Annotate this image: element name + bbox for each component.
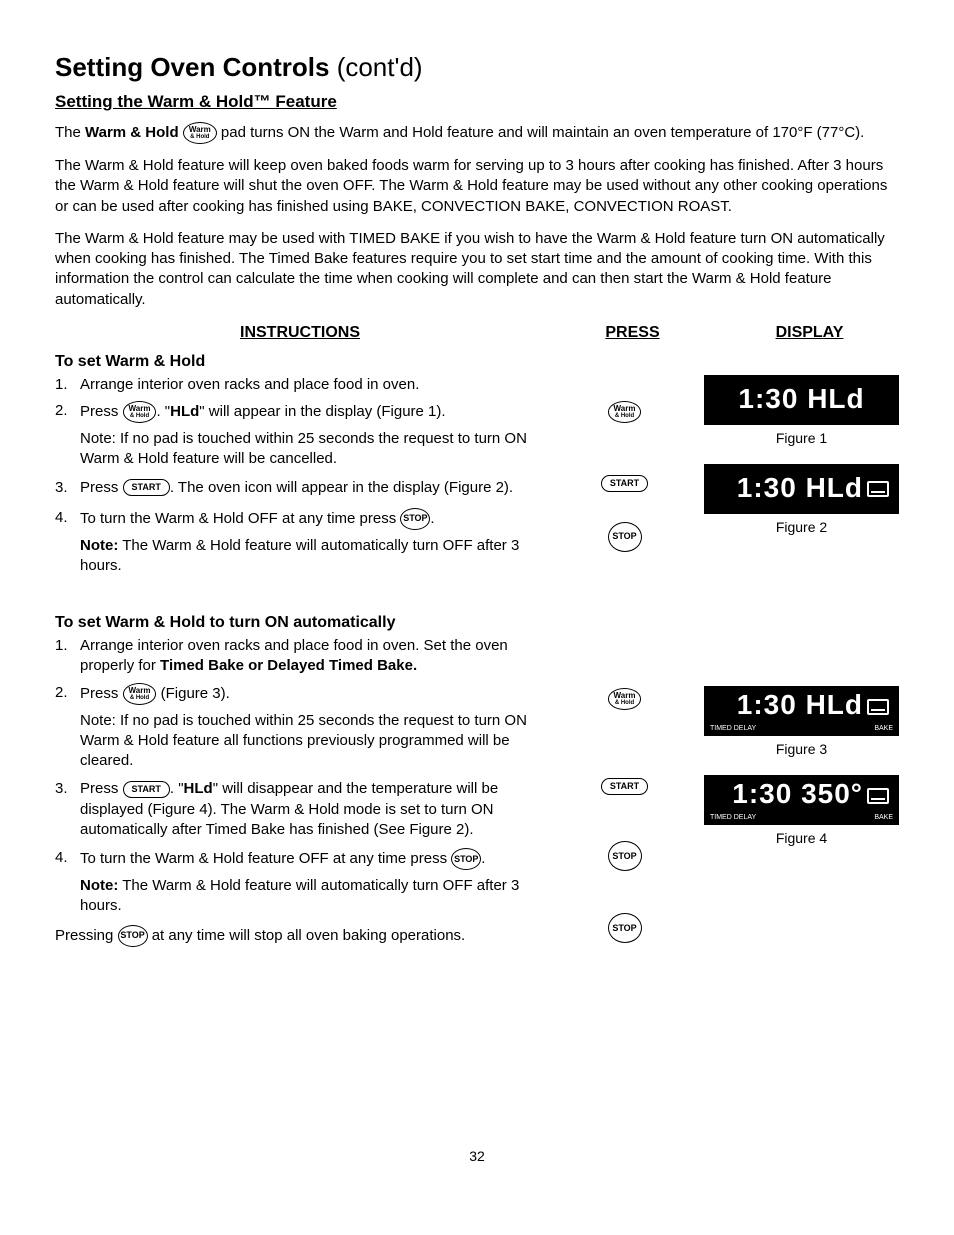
step-1-4: To turn the Warm & Hold OFF at any time … [80,508,545,577]
stop-icon: STOP [400,508,430,530]
stop-icon: STOP [451,848,481,870]
display-figure-4: 1:30 350° TIMED DELAY BAKE [704,775,899,825]
start-icon: START [123,781,170,798]
intro-paragraph-1: The Warm & Hold Warm& Hold pad turns ON … [55,122,899,144]
step-2-2: Press Warm& Hold (Figure 3). Note: If no… [80,683,545,772]
step-2-4: To turn the Warm & Hold feature OFF at a… [80,848,545,917]
step-2-4-note: Note: The Warm & Hold feature will autom… [80,876,535,917]
header-display: DISPLAY [720,322,899,344]
warm-hold-icon: Warm& Hold [123,401,157,423]
section-subtitle: Setting the Warm & Hold™ Feature [55,91,899,114]
step-1-4-note: Note: The Warm & Hold feature will autom… [80,536,535,577]
pressing-stop-note: Pressing STOP at any time will stop all … [55,925,545,947]
section-2-title: To set Warm & Hold to turn ON automatica… [55,612,899,634]
display-figure-1: 1:30 HLd [704,375,899,425]
step-1-3: Press START. The oven icon will appear i… [80,478,545,498]
step-1-2: Press Warm& Hold. "HLd" will appear in t… [80,401,545,470]
page-number: 32 [55,1147,899,1166]
figure-2-caption: Figure 2 [704,518,899,537]
title-contd: (cont'd) [337,52,423,82]
figure-4-caption: Figure 4 [704,829,899,848]
warm-hold-icon: Warm& Hold [183,122,217,144]
title-main: Setting Oven Controls [55,52,337,82]
press-stop-button[interactable]: STOP [608,841,642,871]
press-start-button[interactable]: START [601,778,648,795]
press-stop-button[interactable]: STOP [608,913,642,943]
oven-icon [867,699,889,715]
intro-paragraph-2: The Warm & Hold feature will keep oven b… [55,156,899,217]
section-1-title: To set Warm & Hold [55,351,899,373]
column-headers: INSTRUCTIONS PRESS DISPLAY [55,322,899,344]
step-2-2-note: Note: If no pad is touched within 25 sec… [80,711,535,772]
intro-paragraph-3: The Warm & Hold feature may be used with… [55,229,899,310]
warm-hold-icon: Warm& Hold [123,683,157,705]
step-2-3: Press START. "HLd" will disappear and th… [80,779,545,840]
step-1-2-note: Note: If no pad is touched within 25 sec… [80,429,535,470]
stop-icon: STOP [118,925,148,947]
display-figure-2: 1:30 HLd [704,464,899,514]
figure-1-caption: Figure 1 [704,429,899,448]
oven-icon [867,481,889,497]
display-figure-3: 1:30 HLd TIMED DELAY BAKE [704,686,899,736]
header-press: PRESS [545,322,720,344]
press-warm-hold-button[interactable]: Warm& Hold [608,401,642,423]
page-title: Setting Oven Controls (cont'd) [55,50,899,85]
press-start-button[interactable]: START [601,475,648,492]
press-warm-hold-button[interactable]: Warm& Hold [608,688,642,710]
start-icon: START [123,479,170,496]
step-1-1: Arrange interior oven racks and place fo… [80,375,545,395]
figure-3-caption: Figure 3 [704,740,899,759]
header-instructions: INSTRUCTIONS [55,322,545,344]
oven-icon [867,788,889,804]
step-2-1: Arrange interior oven racks and place fo… [80,636,545,677]
press-stop-button[interactable]: STOP [608,522,642,552]
